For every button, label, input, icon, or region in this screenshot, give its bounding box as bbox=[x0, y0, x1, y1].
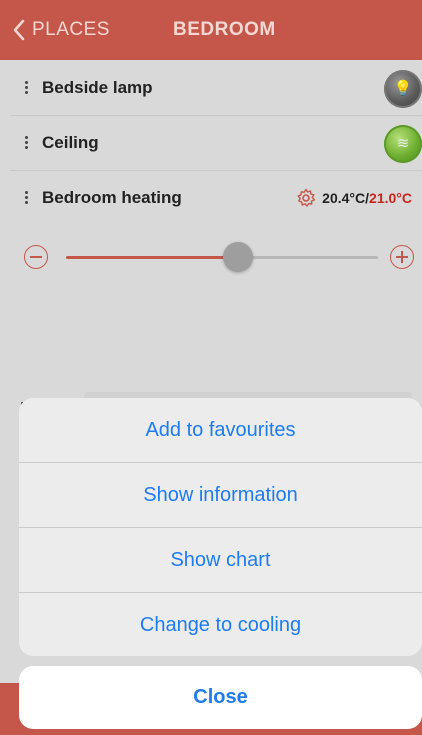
page-title: BEDROOM bbox=[173, 19, 276, 40]
heating-header[interactable]: Bedroom heating 20.4°C/21.0°C bbox=[10, 171, 422, 225]
device-name: Bedside lamp bbox=[42, 78, 153, 97]
back-button[interactable]: PLACES bbox=[12, 0, 110, 60]
device-name: Ceiling bbox=[42, 133, 99, 152]
light-icon[interactable]: ≋ bbox=[384, 125, 422, 163]
device-row-ceiling[interactable]: Ceiling ≋ bbox=[10, 116, 422, 171]
heating-panel: Bedroom heating 20.4°C/21.0°C bbox=[10, 171, 422, 424]
increase-button[interactable] bbox=[390, 245, 414, 269]
slider-thumb[interactable] bbox=[223, 242, 253, 272]
gear-icon[interactable] bbox=[296, 188, 316, 208]
minus-icon bbox=[30, 256, 42, 258]
temperature-slider[interactable] bbox=[10, 231, 422, 291]
slider-track[interactable] bbox=[66, 256, 378, 259]
device-row-bedside-lamp[interactable]: Bedside lamp 💡 bbox=[10, 61, 422, 116]
device-name: Bedroom heating bbox=[42, 188, 182, 207]
bulb-icon[interactable]: 💡 bbox=[384, 70, 422, 108]
add-to-favourites-button[interactable]: Add to favourites bbox=[19, 398, 422, 463]
close-button[interactable]: Close bbox=[19, 666, 422, 729]
current-temperature: 20.4°C bbox=[322, 190, 366, 206]
change-to-cooling-button[interactable]: Change to cooling bbox=[19, 593, 422, 656]
slider-fill bbox=[66, 256, 238, 259]
chevron-left-icon bbox=[13, 19, 25, 41]
temperature-readout: 20.4°C/21.0°C bbox=[296, 171, 412, 225]
action-sheet: Add to favourites Show information Show … bbox=[19, 398, 422, 656]
device-list: Bedside lamp 💡 Ceiling ≋ Bedroom heating… bbox=[10, 61, 422, 424]
show-chart-button[interactable]: Show chart bbox=[19, 528, 422, 593]
decrease-button[interactable] bbox=[24, 245, 48, 269]
more-dots-icon[interactable] bbox=[24, 81, 30, 96]
target-temperature: 21.0°C bbox=[369, 190, 412, 206]
show-information-button[interactable]: Show information bbox=[19, 463, 422, 528]
back-label: PLACES bbox=[32, 19, 110, 40]
more-dots-icon[interactable] bbox=[24, 136, 30, 151]
top-bar: PLACES BEDROOM bbox=[0, 0, 422, 60]
more-dots-icon[interactable] bbox=[24, 191, 30, 206]
